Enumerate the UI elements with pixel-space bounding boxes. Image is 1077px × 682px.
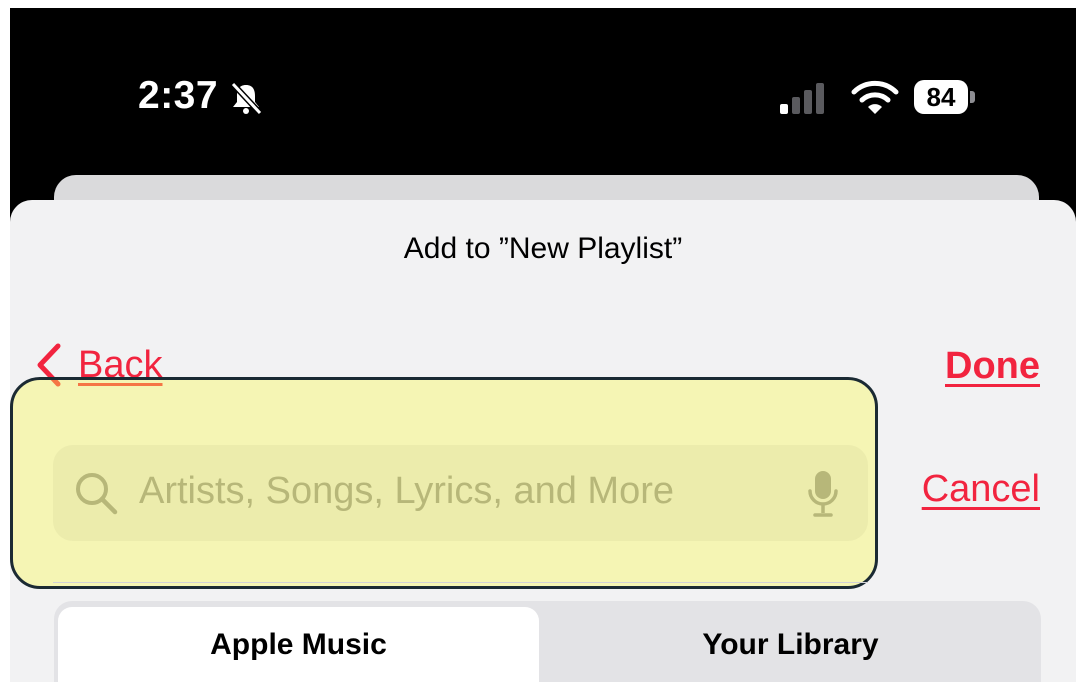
segment-apple-music[interactable]: Apple Music (58, 607, 539, 682)
done-button[interactable]: Done (945, 345, 1040, 388)
status-time: 2:37 (138, 74, 219, 117)
sheet-title: Add to ”New Playlist” (403, 232, 683, 265)
battery-cap (970, 91, 975, 103)
divider (53, 582, 868, 583)
wifi-icon (851, 80, 899, 114)
cellular-signal-icon (780, 83, 824, 114)
search-highlight-overlay (10, 377, 878, 589)
source-segmented-control: Apple Music Your Library (54, 601, 1041, 682)
bell-slash-icon (230, 81, 263, 116)
segment-your-library[interactable]: Your Library (544, 607, 1037, 682)
cancel-button[interactable]: Cancel (922, 468, 1040, 511)
battery-icon: 84 (914, 80, 968, 114)
